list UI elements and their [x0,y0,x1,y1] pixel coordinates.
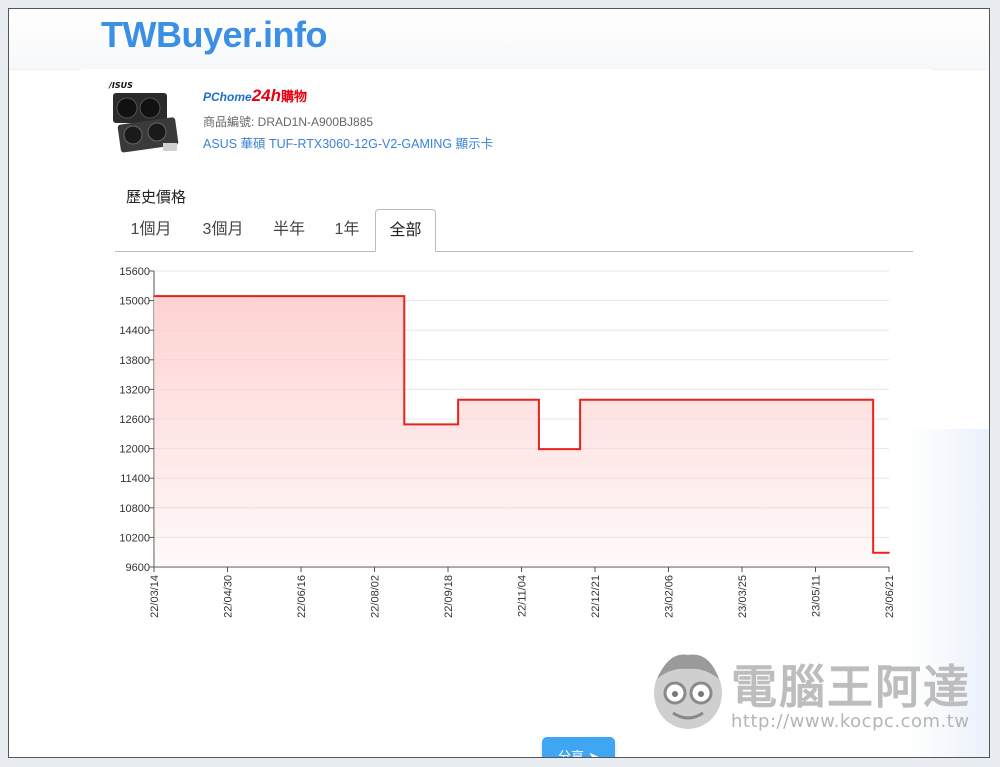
x-tick-label: 22/08/02 [370,575,382,618]
y-tick-label: 12000 [119,444,150,456]
data-point [888,551,890,554]
watermark-text: 電腦王阿達 [731,660,971,714]
x-tick-label: 23/05/11 [811,575,823,617]
share-button[interactable]: 分享 ➤ [542,737,615,758]
y-tick-label: 14400 [119,325,150,337]
x-tick-label: 22/09/18 [443,575,455,618]
y-tick-label: 11400 [120,473,150,485]
y-tick-label: 9600 [126,562,150,574]
data-point [579,398,581,401]
x-tick-label: 23/06/21 [884,575,896,618]
data-point [153,295,155,297]
price-history-chart: 9600 10200 10800 11400 12000 12600 13200 13800 1… [119,266,896,618]
data-point [457,398,459,401]
x-tick-label: 22/06/16 [296,575,308,618]
x-tick-label: 23/03/25 [737,575,749,618]
mascot-icon [654,654,722,729]
x-tick-label: 22/03/14 [149,575,161,618]
site-logo[interactable]: TWBuyer.info [101,14,328,56]
data-point [538,448,540,450]
send-icon: ➤ [588,750,600,758]
y-tick-label: 10800 [119,503,150,515]
data-point [872,551,874,554]
y-tick-label: 15600 [119,266,150,278]
y-tick-label: 13800 [119,355,150,367]
header: TWBuyer.info [9,9,989,70]
data-point [403,423,406,426]
x-tick-label: 22/12/21 [590,575,602,618]
window-frame: TWBuyer.info /ISUS PChome24h購物 商品編號: DRA… [8,8,990,758]
x-tick-label: 23/02/06 [664,575,676,618]
watermark: 電腦王阿達 http://www.kocpc.com.tw [649,649,979,739]
y-tick-label: 13200 [119,384,150,396]
y-tick-label: 15000 [119,296,150,308]
x-tick-label: 22/04/30 [223,575,235,618]
y-tick-label: 10200 [119,532,150,544]
x-tick-label: 22/11/04 [517,575,529,617]
watermark-url: http://www.kocpc.com.tw [731,711,970,732]
series-area [154,296,889,567]
y-tick-label: 12600 [119,414,150,426]
